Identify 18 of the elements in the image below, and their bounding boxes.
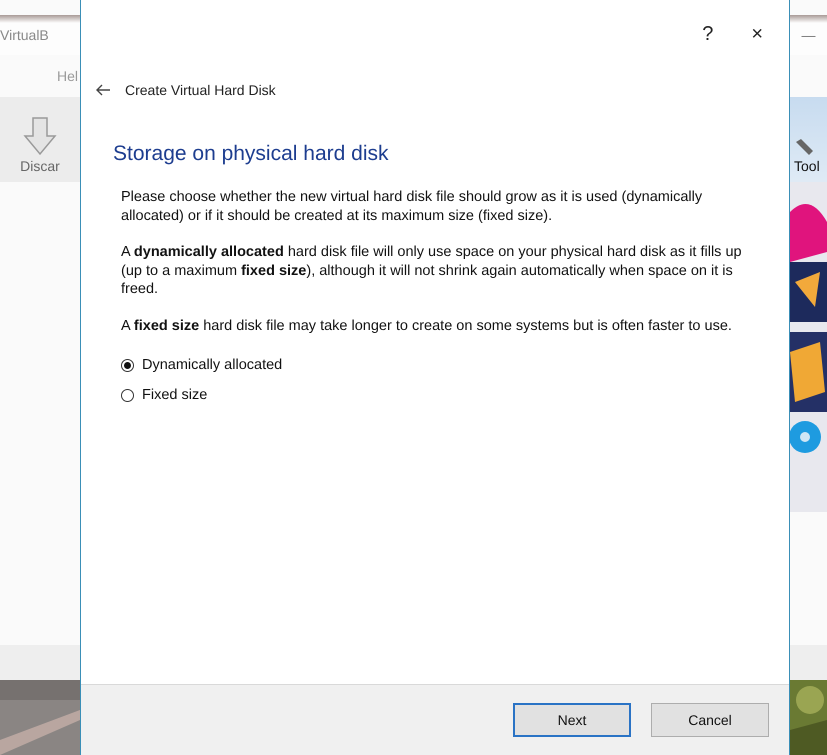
wizard-title: Create Virtual Hard Disk xyxy=(125,82,276,98)
description-text: Please choose whether the new virtual hard disk file should grow as it is used (dynamically allocated) or if it should be created at its maximum size (fixed size). xyxy=(120,188,704,225)
back-arrow-icon[interactable] xyxy=(95,84,111,96)
cancel-button[interactable]: Cancel xyxy=(651,703,769,737)
description-text: A dynamically allocated hard disk file will only use space on your physical hard disk as it fills up (up to a maximum fixed size), although it will not shrink again automatically when space on it is freed. xyxy=(120,243,743,298)
close-button[interactable]: × xyxy=(747,22,767,46)
window-title: VirtualB xyxy=(0,27,49,43)
toolbar-label[interactable]: Discar xyxy=(20,158,60,174)
next-button[interactable]: Next xyxy=(513,703,631,737)
minimize-button[interactable]: — xyxy=(802,27,816,43)
description-text: A fixed size hard disk file may take longer to create on some systems but is often faster to use. xyxy=(120,316,733,335)
radio-option[interactable]: Fixed size xyxy=(121,387,745,403)
toolbar-label[interactable]: Tool xyxy=(794,158,820,174)
radio-button[interactable] xyxy=(121,358,134,372)
help-button[interactable]: ? xyxy=(698,22,718,46)
radio-option[interactable]: Dynamically allocated xyxy=(121,357,745,373)
radio-button[interactable] xyxy=(121,388,134,402)
page-heading: Storage on physical hard disk xyxy=(113,142,390,166)
